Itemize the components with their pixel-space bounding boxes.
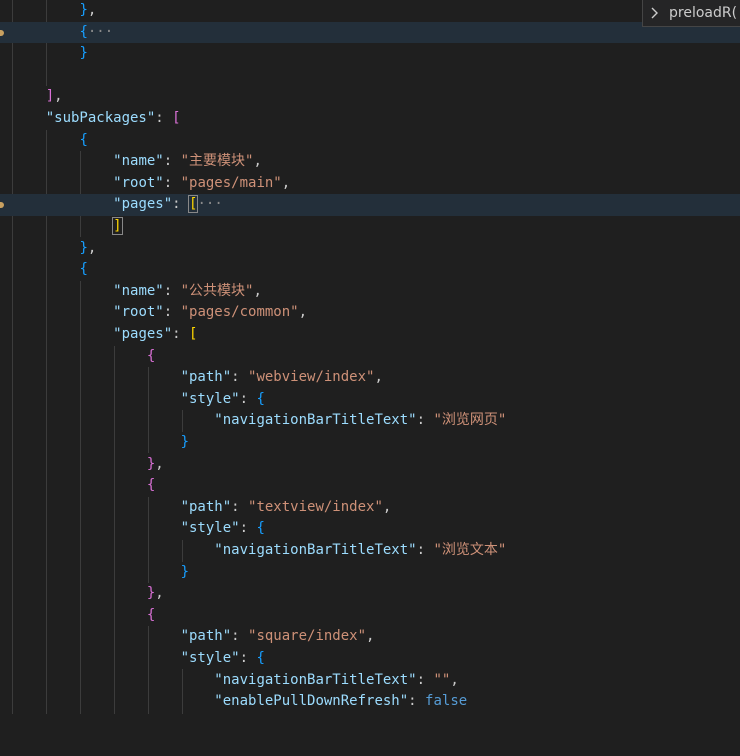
code-line[interactable]: "navigationBarTitleText": "浏览文本" <box>0 540 740 562</box>
code-line[interactable]: } <box>0 43 740 65</box>
json-key: "style" <box>180 520 240 537</box>
code-line[interactable]: }, <box>0 454 740 476</box>
json-string: "pages/main" <box>180 174 282 191</box>
code-line[interactable]: }, <box>0 0 740 22</box>
code-line[interactable]: "navigationBarTitleText": "", <box>0 670 740 692</box>
code-line[interactable]: } <box>0 562 740 584</box>
fold-ellipsis[interactable]: ··· <box>88 24 113 40</box>
json-string: "pages/common" <box>180 304 299 321</box>
json-key: "path" <box>180 628 232 645</box>
code-line[interactable]: "path": "square/index", <box>0 626 740 648</box>
code-line[interactable]: "navigationBarTitleText": "浏览网页" <box>0 410 740 432</box>
json-key: "style" <box>180 390 240 407</box>
json-key: "navigationBarTitleText" <box>214 542 417 558</box>
json-key: "navigationBarTitleText" <box>214 671 417 688</box>
fold-ellipsis[interactable]: ··· <box>197 196 222 212</box>
chevron-right-icon[interactable] <box>643 0 665 26</box>
code-line[interactable]: "subPackages": [ <box>0 108 740 130</box>
code-line[interactable]: { <box>0 130 740 152</box>
brace-close: } <box>79 2 88 18</box>
sticky-scroll-label[interactable]: preloadR( <box>665 5 737 21</box>
json-key: "root" <box>113 174 164 191</box>
sticky-scroll-widget[interactable]: preloadR( <box>642 0 740 27</box>
code-line[interactable]: "name": "主要模块", <box>0 151 740 173</box>
code-line[interactable]: "path": "textview/index", <box>0 497 740 519</box>
code-line-empty[interactable] <box>0 65 740 87</box>
code-line[interactable]: "root": "pages/main", <box>0 173 740 195</box>
code-line[interactable]: }, <box>0 238 740 260</box>
json-string: "主要模块" <box>180 153 254 170</box>
code-line[interactable]: }, <box>0 583 740 605</box>
json-string: "webview/index" <box>248 369 375 386</box>
code-line-folded[interactable]: {··· <box>0 21 740 44</box>
code-line[interactable]: { <box>0 346 740 368</box>
json-string: "公共模块" <box>180 282 254 299</box>
json-boolean: false <box>425 693 468 710</box>
json-key: "path" <box>180 498 232 515</box>
code-line[interactable]: } <box>0 432 740 454</box>
code-line[interactable]: { <box>0 259 740 281</box>
code-line[interactable]: { <box>0 605 740 627</box>
code-line[interactable]: "style": { <box>0 389 740 411</box>
bracket-match: ] <box>112 217 123 235</box>
json-key: "subPackages" <box>45 110 156 126</box>
code-line[interactable]: "path": "webview/index", <box>0 367 740 389</box>
code-line[interactable]: "name": "公共模块", <box>0 281 740 303</box>
fold-marker[interactable] <box>0 29 4 36</box>
json-key: "root" <box>113 304 164 321</box>
json-key: "name" <box>113 282 164 299</box>
json-key: "path" <box>180 369 232 386</box>
json-string: "square/index" <box>248 628 367 645</box>
code-line[interactable]: "root": "pages/common", <box>0 302 740 324</box>
code-line-folded[interactable]: "pages": [··· <box>0 194 740 216</box>
code-line[interactable]: "style": { <box>0 648 740 670</box>
json-string: "" <box>433 671 451 688</box>
json-key: "style" <box>180 650 240 666</box>
json-string: "textview/index" <box>248 498 383 515</box>
json-key: "pages" <box>113 196 173 213</box>
fold-marker[interactable] <box>0 202 4 209</box>
code-line[interactable]: "enablePullDownRefresh": false <box>0 691 740 713</box>
json-key: "name" <box>113 153 164 170</box>
code-editor[interactable]: }, {··· } ], "subPackages": [ { "name": … <box>0 0 740 714</box>
json-string: "浏览网页" <box>433 412 507 429</box>
code-line[interactable]: ] <box>0 216 740 238</box>
code-line[interactable]: "style": { <box>0 518 740 540</box>
code-line[interactable]: ], <box>0 86 740 108</box>
code-line[interactable]: "pages": [ <box>0 324 740 346</box>
code-line[interactable]: { <box>0 475 740 497</box>
json-string: "浏览文本" <box>433 542 507 558</box>
json-key: "navigationBarTitleText" <box>214 412 417 429</box>
json-key: "enablePullDownRefresh" <box>214 693 409 710</box>
json-key: "pages" <box>113 326 173 342</box>
